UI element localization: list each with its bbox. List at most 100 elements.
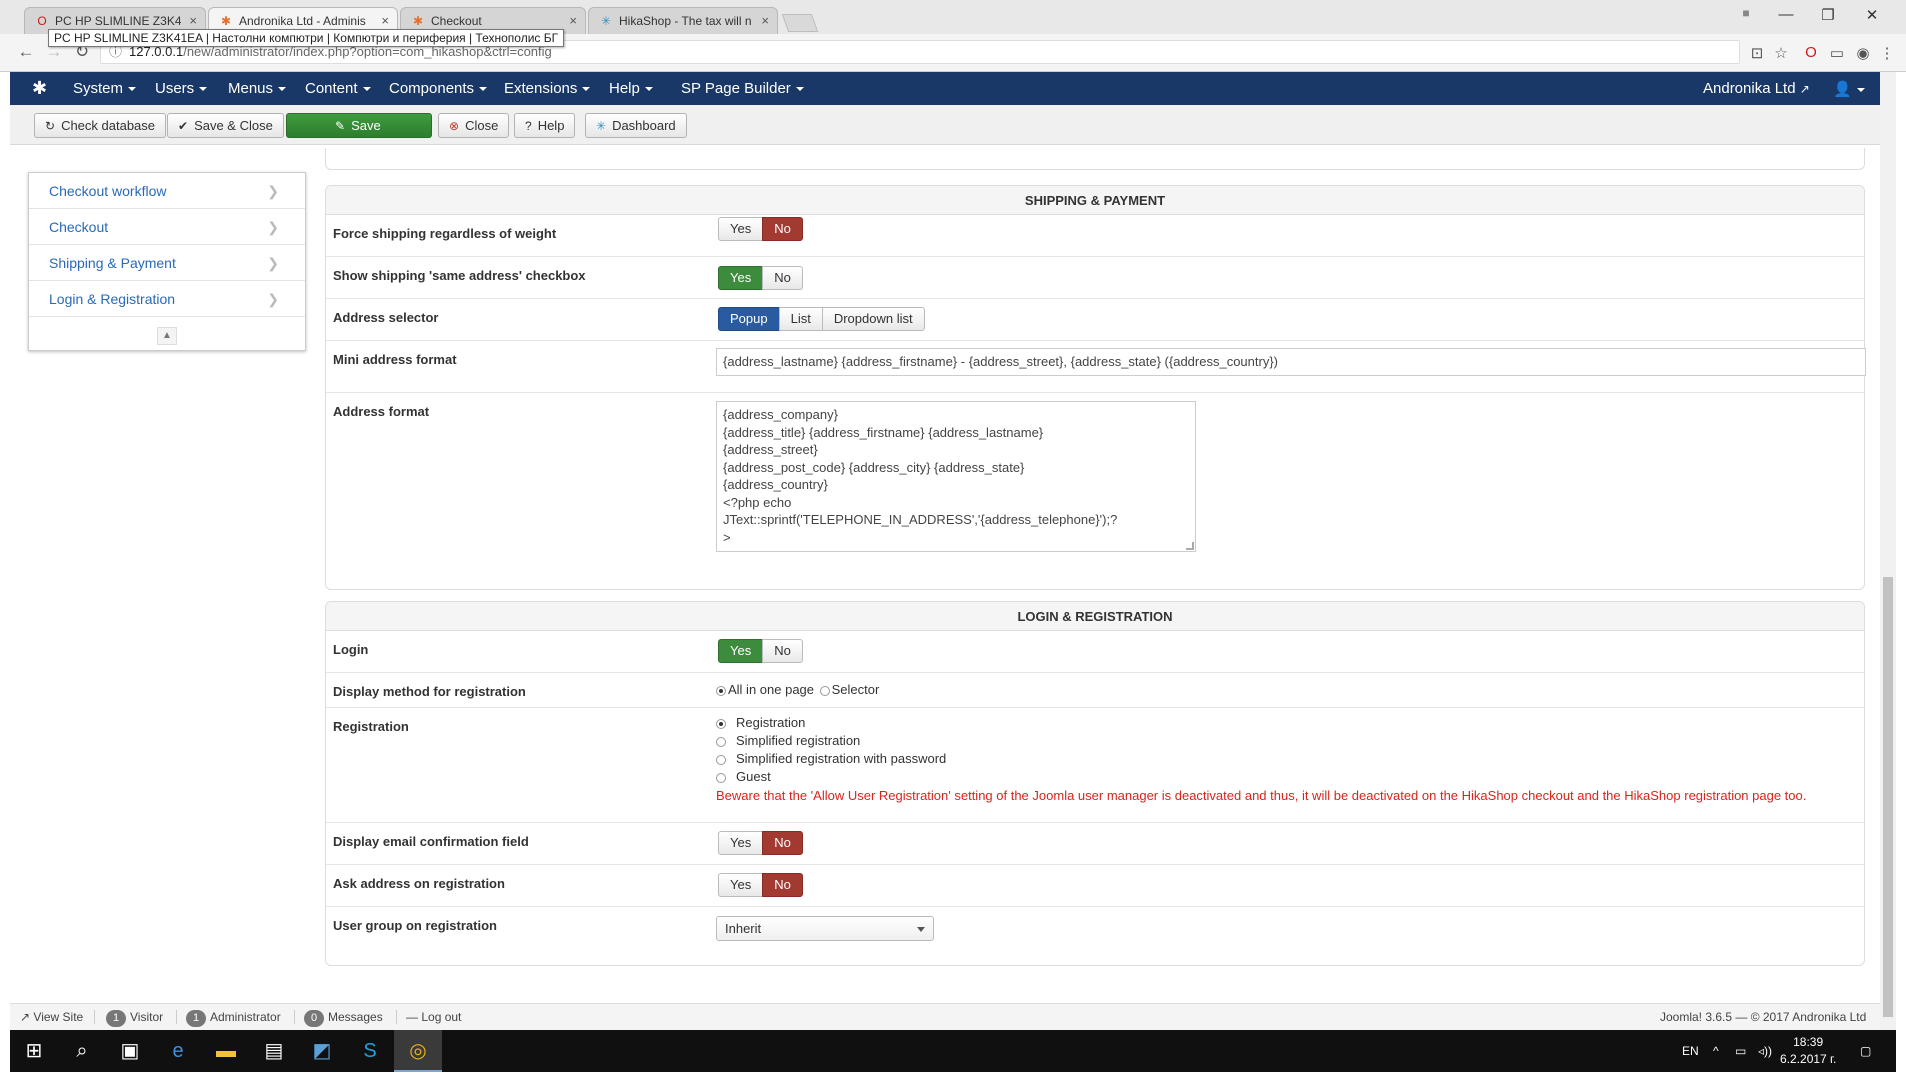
- radio-all-in-one-page[interactable]: [716, 685, 726, 696]
- app-icon[interactable]: ◩: [298, 1030, 346, 1072]
- same-address-toggle[interactable]: Yes No: [718, 266, 803, 290]
- sidebar-item-checkout[interactable]: Checkout ❯: [29, 209, 305, 245]
- menu-components[interactable]: Components: [389, 80, 488, 97]
- notifications-icon[interactable]: ▢: [1860, 1030, 1871, 1072]
- view-site-link[interactable]: ↗ View Site: [20, 1004, 83, 1030]
- menu-help[interactable]: Help: [609, 80, 653, 97]
- radio-option-simplified-password[interactable]: Simplified registration with password: [716, 750, 1806, 768]
- menu-icon[interactable]: ⋮: [1876, 44, 1898, 62]
- user-group-select[interactable]: Inherit: [716, 916, 934, 941]
- no-option[interactable]: No: [762, 831, 803, 855]
- skype-icon[interactable]: S: [346, 1030, 394, 1072]
- no-option[interactable]: No: [762, 266, 803, 290]
- no-option[interactable]: No: [762, 873, 803, 897]
- menu-system[interactable]: System: [73, 80, 137, 97]
- login-toggle[interactable]: Yes No: [718, 639, 803, 663]
- external-link-icon: ↗: [1799, 82, 1810, 96]
- store-icon[interactable]: ▤: [250, 1030, 298, 1072]
- close-window-button[interactable]: ✕: [1852, 6, 1892, 24]
- search-icon[interactable]: ⌕: [58, 1030, 106, 1072]
- no-option[interactable]: No: [762, 639, 803, 663]
- page-scrollbar[interactable]: [1880, 72, 1896, 1030]
- address-format-textarea[interactable]: {address_company} {address_title} {addre…: [716, 401, 1196, 552]
- no-option[interactable]: No: [762, 217, 803, 242]
- taskbar-clock[interactable]: 18:39 6.2.2017 г.: [1780, 1034, 1836, 1068]
- check-database-button[interactable]: ↻ Check database: [34, 113, 167, 138]
- user-menu[interactable]: 👤: [1833, 80, 1865, 98]
- volume-icon[interactable]: ◃)): [1758, 1030, 1772, 1072]
- edge-icon[interactable]: e: [154, 1030, 202, 1072]
- radio-option-simplified[interactable]: Simplified registration: [716, 732, 1806, 750]
- list-option[interactable]: List: [778, 307, 823, 331]
- yes-option[interactable]: Yes: [718, 831, 764, 855]
- radio-option-guest[interactable]: Guest: [716, 768, 1806, 786]
- minus-icon: —: [406, 1010, 418, 1024]
- menu-sp-page-builder[interactable]: SP Page Builder: [681, 80, 804, 97]
- back-icon[interactable]: ←: [14, 42, 38, 62]
- sidebar-item-checkout-workflow[interactable]: Checkout workflow ❯: [29, 173, 305, 209]
- menu-users[interactable]: Users: [155, 80, 208, 97]
- logout-link[interactable]: — Log out: [406, 1004, 461, 1030]
- save-button[interactable]: ✎ Save: [286, 113, 432, 138]
- external-link-icon: ↗: [20, 1010, 31, 1024]
- radio-option-registration[interactable]: Registration: [716, 714, 1806, 732]
- profile-icon[interactable]: ■: [1726, 6, 1766, 20]
- help-button[interactable]: ? Help: [514, 113, 576, 138]
- extension-icon[interactable]: ◉: [1852, 44, 1874, 62]
- force-shipping-toggle[interactable]: Yes No: [718, 217, 803, 242]
- save-close-button[interactable]: ✔ Save & Close: [167, 113, 284, 138]
- scrollbar-thumb[interactable]: [1883, 577, 1893, 1017]
- restore-button[interactable]: ❐: [1808, 6, 1848, 24]
- ask-address-toggle[interactable]: Yes No: [718, 873, 803, 897]
- radio[interactable]: [716, 772, 726, 783]
- address-selector-toggle[interactable]: Popup List Dropdown list: [718, 307, 925, 331]
- messages-count[interactable]: 0 Messages: [304, 1004, 383, 1030]
- visitor-count[interactable]: 1 Visitor: [106, 1004, 163, 1030]
- yes-option[interactable]: Yes: [718, 639, 764, 663]
- joomla-logo-icon[interactable]: ✱: [32, 78, 47, 99]
- sidebar-item-login-registration[interactable]: Login & Registration ❯: [29, 281, 305, 317]
- windows-start-icon[interactable]: ⊞: [10, 1030, 58, 1072]
- yes-option[interactable]: Yes: [718, 873, 764, 897]
- chrome-icon[interactable]: ◎: [394, 1030, 442, 1072]
- menu-menus[interactable]: Menus: [228, 80, 287, 97]
- administrator-count[interactable]: 1 Administrator: [186, 1004, 281, 1030]
- edit-icon: ✎: [335, 119, 346, 133]
- scroll-top-icon[interactable]: ▲: [157, 327, 177, 345]
- close-icon[interactable]: ×: [761, 8, 769, 34]
- close-icon[interactable]: ×: [569, 8, 577, 34]
- new-tab-button[interactable]: [781, 14, 819, 32]
- tray-chevron-icon[interactable]: ^: [1713, 1030, 1719, 1072]
- file-explorer-icon[interactable]: ▬: [202, 1030, 250, 1072]
- radio[interactable]: [716, 718, 726, 729]
- task-view-icon[interactable]: ▣: [106, 1030, 154, 1072]
- cast-icon[interactable]: ▭: [1826, 44, 1848, 62]
- popup-option[interactable]: Popup: [718, 307, 780, 331]
- radio-selector[interactable]: [819, 685, 830, 696]
- menu-content[interactable]: Content: [305, 80, 371, 97]
- translate-icon[interactable]: ⊡: [1746, 44, 1768, 62]
- radio[interactable]: [716, 736, 726, 747]
- sidebar-item-shipping-payment[interactable]: Shipping & Payment ❯: [29, 245, 305, 281]
- dropdown-list-option[interactable]: Dropdown list: [821, 307, 925, 331]
- close-button[interactable]: ⊗ Close: [438, 113, 510, 138]
- browser-tab-4[interactable]: ✳ HikaShop - The tax will n ×: [588, 7, 778, 34]
- language-indicator[interactable]: EN: [1682, 1030, 1699, 1072]
- joomla-icon: ✱: [220, 14, 232, 28]
- menu-extensions[interactable]: Extensions: [504, 80, 591, 97]
- yes-option[interactable]: Yes: [718, 266, 764, 290]
- yes-option[interactable]: Yes: [718, 217, 764, 242]
- resize-handle-icon[interactable]: [1186, 542, 1194, 550]
- mini-address-format-input[interactable]: {address_lastname} {address_firstname} -…: [716, 348, 1866, 376]
- star-icon[interactable]: ☆: [1770, 44, 1792, 62]
- dashboard-button[interactable]: ✳ Dashboard: [585, 113, 687, 138]
- minimize-button[interactable]: —: [1766, 6, 1806, 23]
- panel-title: SHIPPING & PAYMENT: [326, 186, 1864, 215]
- opera-extension-icon[interactable]: O: [1800, 44, 1822, 61]
- email-confirmation-toggle[interactable]: Yes No: [718, 831, 803, 855]
- network-icon[interactable]: ▭: [1735, 1030, 1746, 1072]
- radio[interactable]: [716, 754, 726, 765]
- site-link[interactable]: Andronika Ltd ↗: [1703, 80, 1810, 97]
- user-group-row: User group on registration Inherit: [326, 907, 1864, 957]
- cancel-icon: ⊗: [449, 119, 460, 133]
